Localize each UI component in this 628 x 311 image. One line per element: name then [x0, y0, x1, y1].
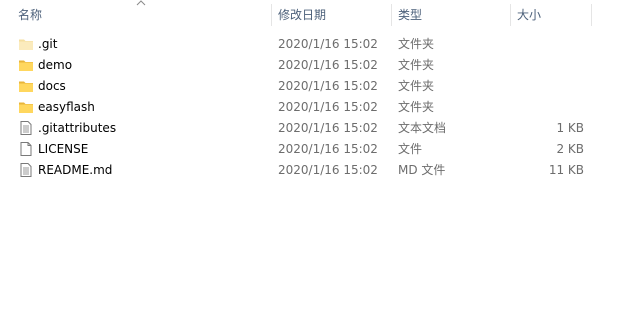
file-size: 11 KB	[548, 163, 584, 177]
file-type: 文件	[398, 142, 423, 156]
folder-icon	[18, 78, 34, 94]
file-modified-date: 2020/1/16 15:02	[278, 142, 378, 156]
file-type: 文件夹	[398, 37, 435, 51]
file-name: .git	[38, 37, 58, 51]
file-name: easyflash	[38, 100, 95, 114]
file-size	[512, 76, 584, 97]
file-size	[512, 34, 584, 55]
file-name: .gitattributes	[38, 121, 117, 135]
file-type: 文件夹	[398, 100, 435, 114]
text-document-icon	[18, 162, 34, 178]
file-row[interactable]: LICENSE 2020/1/16 15:02 文件 2 KB	[0, 139, 628, 160]
column-header-name[interactable]: 名称	[18, 0, 42, 30]
file-size	[512, 97, 584, 118]
file-name: LICENSE	[38, 142, 89, 156]
column-header-size[interactable]: 大小	[517, 0, 541, 30]
folder-icon	[18, 57, 34, 73]
file-size: 1 KB	[556, 121, 584, 135]
file-row[interactable]: README.md 2020/1/16 15:02 MD 文件 11 KB	[0, 160, 628, 181]
folder-icon	[18, 99, 34, 115]
file-modified-date: 2020/1/16 15:02	[278, 163, 378, 177]
file-modified-date: 2020/1/16 15:02	[278, 37, 378, 51]
file-row[interactable]: easyflash 2020/1/16 15:02 文件夹	[0, 97, 628, 118]
file-modified-date: 2020/1/16 15:02	[278, 58, 378, 72]
file-list: .git 2020/1/16 15:02 文件夹 demo 2020/1/16 15:0…	[0, 34, 628, 181]
file-row[interactable]: .git 2020/1/16 15:02 文件夹	[0, 34, 628, 55]
text-document-icon	[18, 120, 34, 136]
column-header-type[interactable]: 类型	[398, 0, 422, 30]
file-size	[512, 55, 584, 76]
file-row[interactable]: docs 2020/1/16 15:02 文件夹	[0, 76, 628, 97]
sort-up-arrow-icon	[136, 0, 146, 6]
column-divider[interactable]	[271, 4, 272, 26]
file-modified-date: 2020/1/16 15:02	[278, 121, 378, 135]
file-type: MD 文件	[398, 163, 446, 177]
file-type: 文件夹	[398, 79, 435, 93]
file-size: 2 KB	[556, 142, 584, 156]
column-divider[interactable]	[591, 4, 592, 26]
file-name: demo	[38, 58, 73, 72]
file-row[interactable]: .gitattributes 2020/1/16 15:02 文本文档 1 KB	[0, 118, 628, 139]
file-type: 文本文档	[398, 121, 447, 135]
file-modified-date: 2020/1/16 15:02	[278, 79, 378, 93]
column-divider[interactable]	[391, 4, 392, 26]
file-explorer: 名称 修改日期 类型 大小 .git 2020/1/16 15:02 文件夹 demo…	[0, 0, 628, 311]
column-header-modified[interactable]: 修改日期	[278, 0, 326, 30]
folder-light-icon	[18, 36, 34, 52]
file-row[interactable]: demo 2020/1/16 15:02 文件夹	[0, 55, 628, 76]
blank-file-icon	[18, 141, 34, 157]
file-name: README.md	[38, 163, 113, 177]
column-header-bar: 名称 修改日期 类型 大小	[0, 0, 628, 30]
file-type: 文件夹	[398, 58, 435, 72]
column-divider[interactable]	[510, 4, 511, 26]
file-modified-date: 2020/1/16 15:02	[278, 100, 378, 114]
file-name: docs	[38, 79, 66, 93]
